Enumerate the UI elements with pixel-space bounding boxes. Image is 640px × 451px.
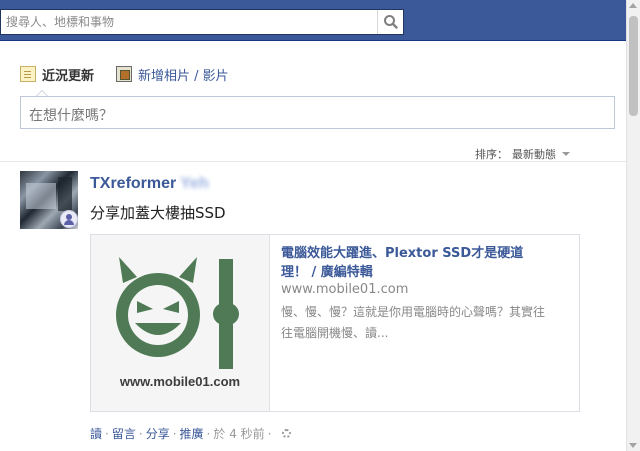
sort-value: 最新動態 [512,148,556,161]
sort-dropdown[interactable]: 排序： 最新動態 [475,146,570,162]
sort-label: 排序： [475,148,508,161]
post-timestamp[interactable]: 於 4 秒前 [213,425,264,442]
shared-link-description: 慢、慢、慢？這就是你用電腦時的心聲嗎？其實往往電腦開機慢、讀... [281,305,546,340]
post-text: 分享加蓋大樓抽SSD [90,204,226,222]
comment-link[interactable]: 留言 [112,425,136,442]
share-link[interactable]: 分享 [146,425,170,442]
separator-dot: · [172,426,177,441]
promote-link[interactable]: 推廣 [180,425,204,442]
scroll-down-arrow-icon[interactable] [629,443,637,448]
read-link[interactable]: 讀 [90,425,102,442]
status-composer [20,96,615,129]
search-button[interactable] [377,10,403,34]
author-first-name: TXreformer [90,175,177,192]
top-bar [0,0,626,41]
gear-icon[interactable] [282,429,292,438]
tab-add-photo-video[interactable]: 新增相片 / 影片 [116,64,229,84]
post-actions: 讀 · 留言 · 分享 · 推廣 · 於 4 秒前 · [90,425,292,442]
shared-link-domain: www.mobile01.com [281,282,409,297]
tab-status-label: 近況更新 [42,68,95,84]
separator-dot: · [206,426,211,441]
mobile01-logo-icon [116,257,239,369]
status-note-icon [20,66,36,82]
divider [0,161,626,162]
shared-link-thumbnail[interactable]: www.mobile01.com [91,235,270,411]
chevron-down-icon [562,152,570,156]
author-last-name: Yeh [180,175,209,192]
thumbnail-site-text: www.mobile01.com [119,374,241,389]
scroll-up-arrow-icon[interactable] [629,3,637,8]
search-box [0,9,404,35]
scrollbar[interactable] [626,0,640,451]
separator-dot: · [138,426,143,441]
tab-photo-label: 新增相片 / 影片 [138,68,229,84]
search-icon [384,15,398,29]
separator-dot: · [105,426,109,441]
tab-status-update[interactable]: 近況更新 [20,64,94,84]
separator-dot: · [267,426,272,441]
scrollbar-thumb[interactable] [629,16,638,116]
shared-link-title[interactable]: 電腦效能大躍進、Plextor SSD才是硬道理！ / 廣編特輯 [281,244,546,282]
post-author[interactable]: TXreformer Yeh [90,175,209,193]
user-badge-icon [60,210,78,228]
photo-icon [116,66,132,82]
status-input[interactable] [21,97,614,128]
shared-link-card[interactable]: www.mobile01.com 電腦效能大躍進、Plextor SSD才是硬道… [90,234,580,412]
search-input[interactable] [1,10,377,34]
